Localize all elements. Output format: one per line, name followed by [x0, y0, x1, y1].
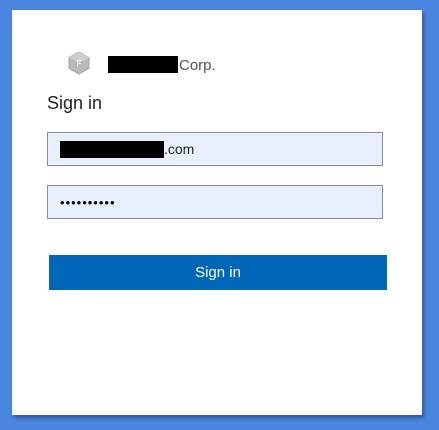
- sign-in-button[interactable]: Sign in: [49, 255, 387, 290]
- page-title: Sign in: [47, 93, 103, 113]
- signin-card: F Corp. Sign in .com •••••••••• Sign in: [12, 10, 422, 415]
- redacted-company-name: [108, 56, 178, 73]
- password-masked-value: ••••••••••: [60, 194, 116, 210]
- svg-text:F: F: [77, 59, 82, 68]
- password-field[interactable]: ••••••••••: [47, 185, 383, 219]
- email-field[interactable]: .com: [47, 132, 383, 166]
- company-name-suffix: Corp.: [179, 56, 216, 74]
- redacted-email-local-part: [60, 140, 164, 158]
- company-brand: F Corp.: [66, 48, 216, 78]
- hexagon-logo-icon: F: [68, 51, 90, 75]
- email-value-suffix: .com: [164, 141, 195, 157]
